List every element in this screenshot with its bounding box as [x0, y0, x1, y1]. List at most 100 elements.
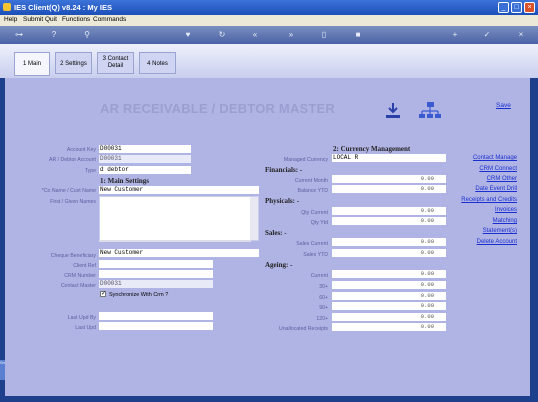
invoices-link[interactable]: Invoices	[440, 207, 517, 213]
menu-help[interactable]: Help	[4, 16, 17, 23]
date-event-drill-link[interactable]: Date Event Drill	[440, 186, 517, 192]
debtor-account-field: D00031	[99, 155, 191, 163]
type-field[interactable]: d debtor	[99, 166, 191, 174]
sales-ytd-label: Sales YTD	[303, 252, 328, 258]
unallocated-receipts-label: Unallocated Receipts	[278, 326, 328, 332]
key-icon[interactable]: ⊶	[8, 29, 30, 41]
crm-other-link[interactable]: CRM Other	[440, 176, 517, 182]
age-30-field[interactable]: 0.00	[332, 281, 446, 289]
age-120-label: 120+	[316, 316, 328, 322]
heart-icon[interactable]: ♥	[182, 29, 194, 41]
tab-contact-detail-label: 3 Contact Detail	[102, 56, 129, 69]
age-current-field[interactable]: 0.00	[332, 270, 446, 278]
co-name-field[interactable]: New Customer	[99, 186, 259, 194]
qty-ytd-field[interactable]: 0.00	[332, 217, 446, 225]
last-upd-by-field[interactable]	[99, 312, 213, 320]
age-90-label: 90+	[319, 305, 328, 311]
help-icon[interactable]: ?	[48, 29, 60, 41]
sales-ytd-field[interactable]: 0.00	[332, 249, 446, 257]
type-label: Type	[84, 168, 96, 174]
crm-number-field[interactable]	[99, 270, 213, 278]
minimize-button[interactable]: _	[498, 2, 509, 13]
textarea-scrollbar[interactable]	[250, 197, 258, 240]
title-bar: IES Client(Q) v8.24 : My IES _ □ ×	[0, 0, 538, 15]
window-title: IES Client(Q) v8.24 : My IES	[14, 3, 112, 12]
crm-connect-link[interactable]: CRM Connect	[440, 166, 517, 172]
refresh-icon[interactable]: ↻	[216, 29, 228, 41]
crm-number-label: CRM Number	[64, 273, 96, 279]
contact-master-field: D00031	[99, 280, 213, 288]
cheque-beneficiary-label: Cheque Beneficiary	[50, 253, 96, 259]
account-key-field[interactable]: D00031	[99, 145, 191, 153]
cheque-beneficiary-field[interactable]: New Customer	[99, 249, 259, 257]
client-ref-field[interactable]	[99, 260, 213, 268]
stop-icon[interactable]: ■	[352, 29, 364, 41]
hierarchy-icon[interactable]	[419, 101, 441, 121]
tab-contact-detail[interactable]: 3 Contact Detail	[97, 52, 134, 74]
qty-current-field[interactable]: 0.00	[332, 207, 446, 215]
currency-management-heading: 2: Currency Management	[333, 145, 411, 153]
menu-submit[interactable]: Submit	[23, 16, 43, 23]
menu-bar: Help Submit Quit Functions Commands	[0, 15, 538, 26]
age-120-field[interactable]: 0.00	[332, 313, 446, 321]
sync-crm-label: Synchronize With Crm ?	[109, 292, 169, 298]
current-month-field[interactable]: 0.00	[332, 175, 446, 183]
first-names-label: First / Given Names	[50, 199, 96, 205]
co-name-label: *Co Name / Cust Name	[41, 188, 96, 194]
search-icon[interactable]: ⚲	[81, 29, 93, 41]
menu-quit[interactable]: Quit	[45, 16, 57, 23]
qty-current-label: Qty Current	[301, 210, 328, 216]
unallocated-receipts-field[interactable]: 0.00	[332, 323, 446, 331]
main-panel	[5, 78, 530, 396]
age-60-label: 60+	[319, 295, 328, 301]
menu-commands[interactable]: Commands	[93, 16, 126, 23]
cancel-icon[interactable]: ×	[515, 29, 527, 41]
tab-settings-label: 2 Settings	[60, 61, 87, 67]
main-settings-heading: 1: Main Settings	[100, 177, 149, 185]
page-title: AR RECEIVABLE / DEBTOR MASTER	[100, 101, 336, 116]
debtor-account-label: AR / Debtor Account	[49, 157, 96, 163]
last-upd-label: Last Upd	[75, 325, 96, 331]
qty-ytd-label: Qty Ytd	[310, 220, 328, 226]
save-link[interactable]: Save	[496, 102, 511, 109]
age-30-label: 30+	[319, 284, 328, 290]
tab-settings[interactable]: 2 Settings	[55, 52, 92, 74]
current-month-label: Current Month	[294, 178, 328, 184]
managed-currency-field[interactable]: LOCAL R	[332, 154, 446, 162]
download-icon[interactable]	[383, 101, 403, 121]
contact-manage-link[interactable]: Contact Manage	[440, 155, 517, 161]
physicals-heading: Physicals: -	[265, 197, 300, 205]
matching-link[interactable]: Matching	[440, 218, 517, 224]
ageing-heading: Ageing: -	[265, 261, 293, 269]
delete-account-link[interactable]: Delete Account	[440, 239, 517, 245]
fast-forward-icon[interactable]: »	[285, 29, 297, 41]
age-90-field[interactable]: 0.00	[332, 302, 446, 310]
maximize-button[interactable]: □	[511, 2, 522, 13]
right-edge	[530, 78, 538, 396]
menu-functions[interactable]: Functions	[62, 16, 90, 23]
last-upd-field[interactable]	[99, 322, 213, 330]
app-icon	[3, 3, 11, 11]
document-icon[interactable]: ▯	[318, 29, 330, 41]
statements-link[interactable]: Statement(s)	[440, 228, 517, 234]
tab-main[interactable]: 1 Main	[14, 52, 50, 76]
contact-master-label: Contact Master	[60, 283, 96, 289]
add-icon[interactable]: +	[449, 29, 461, 41]
sales-current-field[interactable]: 0.00	[332, 238, 446, 246]
first-names-textarea[interactable]	[99, 196, 259, 241]
age-current-label: Current	[310, 273, 328, 279]
account-key-label: Account Key	[66, 147, 96, 153]
textarea-hscrollbar[interactable]	[99, 240, 251, 242]
tab-notes[interactable]: 4 Notes	[139, 52, 176, 74]
toolbar: ⊶ ? ⚲ ♥ ↻ « » ▯ ■ + ✓ ×	[0, 26, 538, 44]
sync-crm-checkbox[interactable]: ✓	[100, 291, 106, 297]
tab-notes-label: 4 Notes	[147, 61, 168, 67]
age-60-field[interactable]: 0.00	[332, 292, 446, 300]
sales-heading: Sales: -	[265, 229, 287, 237]
last-upd-by-label: Last Upd By	[67, 315, 96, 321]
balance-ytd-field[interactable]: 0.00	[332, 185, 446, 193]
checkmark-icon[interactable]: ✓	[481, 29, 493, 41]
rewind-icon[interactable]: «	[249, 29, 261, 41]
close-window-button[interactable]: ×	[524, 2, 535, 13]
receipts-and-credits-link[interactable]: Receipts and Credits	[440, 197, 517, 203]
